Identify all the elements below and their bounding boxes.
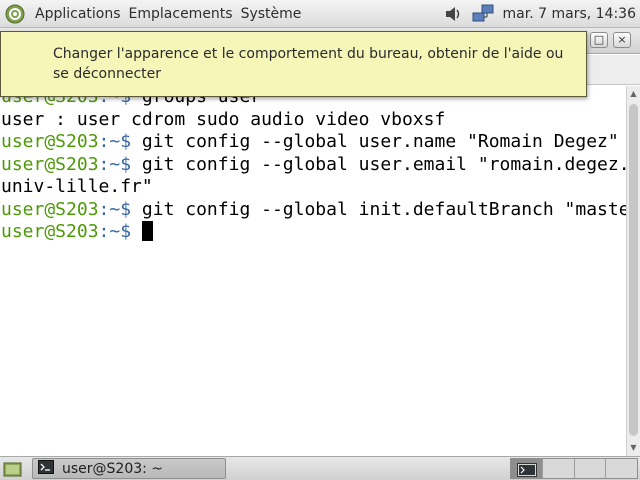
menu-places[interactable]: Emplacements [125,6,237,22]
terminal-line: user@S203:~$ git config --global init.de… [0,199,626,222]
taskbar-item-label: user@S203: ~ [62,460,164,477]
workspace-switcher[interactable] [510,458,638,479]
top-panel: Applications Emplacements Système mar. 7… [0,0,640,28]
prompt-user: user@S203 [1,198,99,220]
terminal-icon [517,462,537,477]
output-text: univ-lille.fr" [1,176,153,197]
command-text: git config --global user.name "Romain De… [141,131,619,152]
workspace-2[interactable] [542,459,575,478]
prompt-path: :~$ [98,131,142,152]
prompt-user: user@S203 [1,221,99,242]
menu-applications[interactable]: Applications [31,6,125,22]
clock[interactable]: mar. 7 mars, 14:36 [503,6,640,22]
menu-logo-icon[interactable] [4,3,26,25]
close-button[interactable]: × [613,32,631,48]
prompt-user: user@S203 [1,153,99,175]
volume-icon[interactable] [443,3,463,25]
bottom-panel: user@S203: ~ [0,456,640,480]
terminal-icon [38,459,54,478]
menu-system[interactable]: Système [237,6,306,22]
terminal-line: user@S203:~$ git config --global user.na… [0,131,626,154]
terminal-cursor [141,221,153,241]
terminal-scrollbar[interactable]: ▲ ▼ [626,86,640,456]
taskbar-item-terminal[interactable]: user@S203: ~ [32,458,226,479]
scroll-up-icon[interactable]: ▲ [627,86,640,102]
show-desktop-icon[interactable] [3,460,23,478]
workspace-1[interactable] [511,459,543,478]
prompt-user: user@S203 [1,131,99,152]
command-text: git config --global init.defaultBranch "… [141,198,626,220]
prompt-path: :~$ [98,153,142,175]
scroll-thumb[interactable] [629,104,638,436]
terminal-line: user@S203:~$ [0,221,626,244]
output-text: user : user cdrom sudo audio video vboxs… [1,108,446,130]
scroll-down-icon[interactable]: ▼ [627,440,640,456]
system-menu-tooltip: Changer l'apparence et le comportement d… [0,31,587,97]
maximize-button[interactable]: □ [590,32,608,48]
workspace-4[interactable] [606,459,637,478]
terminal-line: univ-lille.fr" [0,176,626,199]
terminal-line: user : user cdrom sudo audio video vboxs… [0,109,626,132]
prompt-path: :~$ [98,198,142,220]
terminal-line: user@S203:~$ git config --global user.em… [0,154,626,177]
terminal-output[interactable]: user@S203:~$ groups useruser : user cdro… [0,86,626,456]
command-text: git config --global user.email "romain.d… [141,153,626,175]
workspace-3[interactable] [574,459,607,478]
prompt-path: :~$ [98,221,142,242]
network-icon[interactable] [471,3,495,25]
